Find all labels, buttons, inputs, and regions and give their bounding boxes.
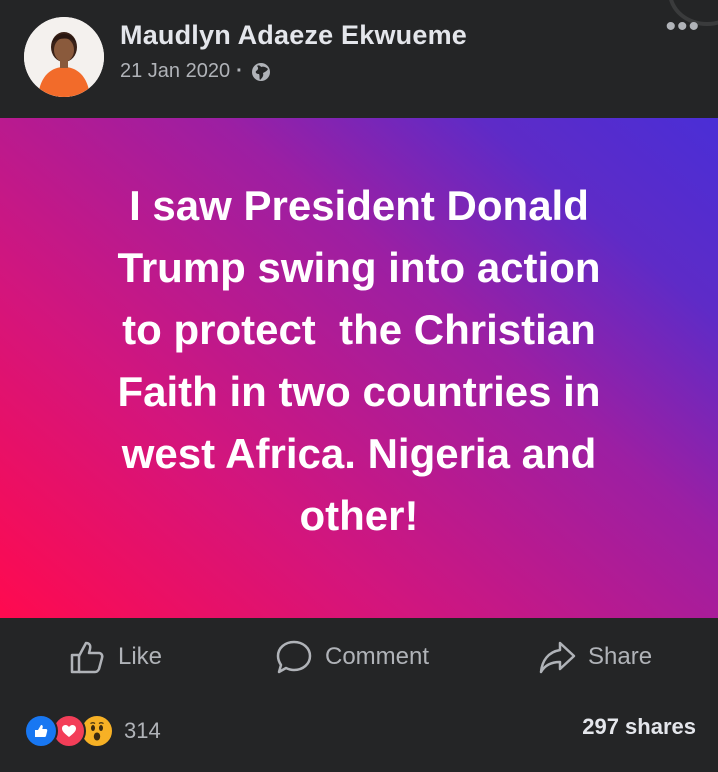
meta-separator: · xyxy=(236,60,243,82)
thumbs-up-icon xyxy=(70,641,104,674)
post-footer: 314 297 shares xyxy=(0,700,718,772)
comment-bubble-icon xyxy=(276,640,312,674)
share-label: Share xyxy=(588,643,653,670)
action-bar: Like Comment Share xyxy=(0,618,718,700)
share-arrow-icon xyxy=(539,641,576,674)
like-icon xyxy=(24,714,58,748)
reaction-count: 314 xyxy=(124,718,161,743)
post-header: Maudlyn Adaeze Ekwueme 21 Jan 2020 · ••• xyxy=(0,0,718,118)
post-meta: 21 Jan 2020 · xyxy=(120,60,271,83)
post-date[interactable]: 21 Jan 2020 xyxy=(120,60,230,83)
more-options-button[interactable]: ••• xyxy=(665,10,700,44)
post-text: I saw President Donald Trump swing into … xyxy=(117,182,601,539)
avatar-image xyxy=(24,17,104,97)
share-button[interactable]: Share xyxy=(538,638,652,676)
ellipsis-icon: ••• xyxy=(665,10,700,43)
author-name[interactable]: Maudlyn Adaeze Ekwueme xyxy=(120,20,467,51)
reactions-summary[interactable]: 314 xyxy=(24,714,161,748)
post-content: I saw President Donald Trump swing into … xyxy=(0,118,718,618)
like-button[interactable]: Like xyxy=(68,638,162,676)
globe-icon xyxy=(251,62,271,82)
comment-label: Comment xyxy=(325,643,430,670)
like-label: Like xyxy=(118,643,163,670)
share-count[interactable]: 297 shares xyxy=(582,714,696,740)
avatar[interactable] xyxy=(24,17,104,97)
comment-button[interactable]: Comment xyxy=(275,638,429,676)
